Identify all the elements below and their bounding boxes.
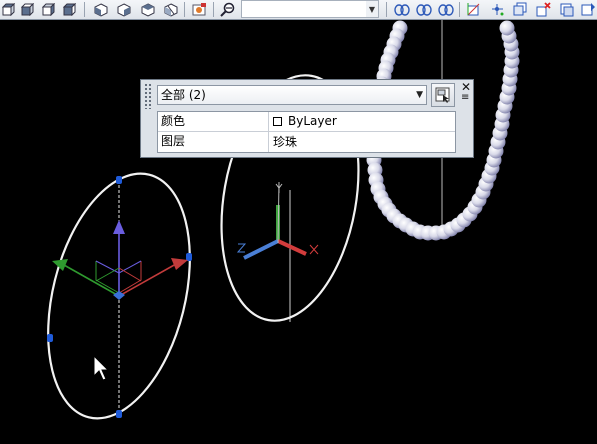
color-swatch-icon [273, 117, 282, 126]
view-cube-right-icon[interactable] [61, 1, 78, 18]
property-name: 图层 [158, 132, 269, 152]
quick-properties-panel[interactable]: 全部 (2) ▼ ✕ ≡ 颜色 ByLayer 图层 珍珠 [140, 79, 474, 158]
ucs-face-icon[interactable] [437, 1, 454, 18]
toolbar-separator [386, 2, 387, 17]
toolbar-separator [213, 2, 214, 17]
property-row-layer[interactable]: 图层 珍珠 [158, 132, 455, 152]
property-value-text: ByLayer [288, 114, 337, 128]
iso-ne-icon[interactable] [139, 1, 156, 18]
iso-sw-icon[interactable] [92, 1, 109, 18]
iso-nw-icon[interactable] [162, 1, 179, 18]
grip-left[interactable] [47, 334, 53, 342]
ucs-origin-icon[interactable] [489, 1, 506, 18]
grip-top[interactable] [116, 176, 122, 184]
zoom-realtime-icon[interactable] [219, 1, 236, 18]
property-value-text: 珍珠 [273, 134, 298, 149]
view-cube-top-icon[interactable] [0, 1, 17, 18]
ucs-axis-icon [236, 181, 319, 260]
ucs-object-icon[interactable] [415, 1, 432, 18]
chevron-down-icon[interactable]: ▼ [366, 1, 378, 17]
mouse-cursor-icon [93, 354, 110, 381]
toolbar-separator [459, 2, 460, 17]
named-view-icon[interactable] [191, 1, 208, 18]
ucs-apply-icon[interactable] [558, 1, 575, 18]
select-objects-icon [435, 87, 450, 103]
ucs-3point-icon[interactable] [465, 1, 482, 18]
grip-right[interactable] [186, 253, 192, 261]
toolbar-separator [184, 2, 185, 17]
gizmo-x-arrow[interactable] [171, 258, 188, 270]
gizmo-base-grip[interactable] [113, 291, 125, 300]
pearl [499, 20, 515, 36]
property-name: 颜色 [158, 112, 269, 131]
grip-bottom[interactable] [116, 410, 122, 418]
chevron-down-icon[interactable]: ▼ [416, 86, 423, 104]
toolbar-separator [84, 2, 85, 17]
selection-filter-select[interactable]: 全部 (2) ▼ [157, 85, 427, 105]
select-objects-button[interactable] [431, 83, 455, 107]
layer-combo[interactable]: ▼ [241, 0, 379, 18]
view-toolbar: ▼ [0, 0, 597, 20]
property-row-color[interactable]: 颜色 ByLayer [158, 112, 455, 132]
property-value[interactable]: 珍珠 [269, 132, 455, 152]
gizmo-z-arrow[interactable] [113, 220, 125, 234]
ucs-world-icon[interactable] [393, 1, 410, 18]
drawing-viewport[interactable]: 全部 (2) ▼ ✕ ≡ 颜色 ByLayer 图层 珍珠 [0, 20, 597, 440]
view-cube-left-icon[interactable] [19, 1, 36, 18]
ucs-move-icon[interactable] [580, 1, 597, 18]
property-value[interactable]: ByLayer [269, 112, 455, 131]
selection-filter-value: 全部 (2) [161, 88, 206, 102]
ucs-view-icon[interactable] [512, 1, 529, 18]
grip-handle-icon[interactable] [144, 83, 152, 109]
ucs-delete-icon[interactable] [535, 1, 552, 18]
view-cube-front-icon[interactable] [40, 1, 57, 18]
panel-menu-icon[interactable]: ≡ [461, 93, 469, 103]
iso-se-icon[interactable] [115, 1, 132, 18]
properties-table: 颜色 ByLayer 图层 珍珠 [157, 111, 456, 153]
